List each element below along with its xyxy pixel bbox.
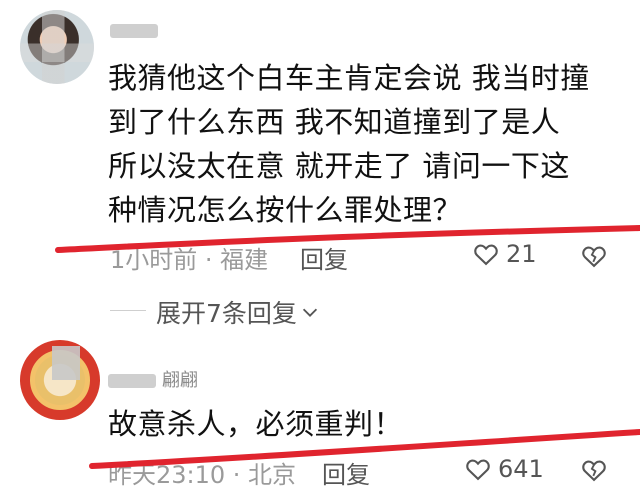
expand-replies-label: 展开7条回复 — [156, 299, 297, 328]
reply-button[interactable]: 回复 — [300, 240, 348, 275]
avatar[interactable] — [20, 340, 100, 420]
comment-line: 种情况怎么按什么罪处理？ — [108, 193, 463, 227]
comment-meta: 昨天23:10 · 北京 — [108, 461, 297, 489]
broken-heart-icon[interactable] — [580, 456, 608, 484]
expand-replies-button[interactable]: 展开7条回复 — [156, 294, 321, 330]
avatar-mosaic — [20, 10, 94, 84]
comment-line: 故意杀人，必须重判！ — [108, 407, 404, 441]
like-count: 641 — [498, 455, 544, 483]
heart-outline-icon — [466, 459, 490, 481]
avatar[interactable] — [20, 10, 94, 84]
comment-meta: 1小时前 · 福建 — [110, 246, 269, 274]
redacted-username — [108, 374, 156, 388]
like-button[interactable]: 21 — [472, 240, 537, 268]
comment-text: 我猜他这个白车主肯定会说 我当时撞 到了什么东西 我不知道撞到了是人 所以没太在… — [108, 56, 628, 232]
username[interactable]: 翩翩 — [108, 366, 198, 392]
comment-line: 我猜他这个白车主肯定会说 我当时撞 — [108, 61, 590, 95]
comment-line: 所以没太在意 就开走了 请问一下这 — [108, 149, 570, 183]
comment-line: 到了什么东西 我不知道撞到了是人 — [108, 105, 561, 139]
like-count: 21 — [506, 240, 537, 268]
heart-outline-icon — [474, 244, 498, 266]
redacted-username — [110, 24, 158, 38]
like-button[interactable]: 641 — [464, 455, 544, 483]
comment-text: 故意杀人，必须重判！ — [108, 402, 628, 446]
broken-heart-icon[interactable] — [580, 242, 608, 270]
username[interactable] — [110, 20, 164, 41]
divider — [110, 310, 146, 311]
chevron-down-icon — [302, 308, 317, 317]
avatar-redaction — [52, 346, 80, 380]
reply-button[interactable]: 回复 — [322, 455, 370, 490]
